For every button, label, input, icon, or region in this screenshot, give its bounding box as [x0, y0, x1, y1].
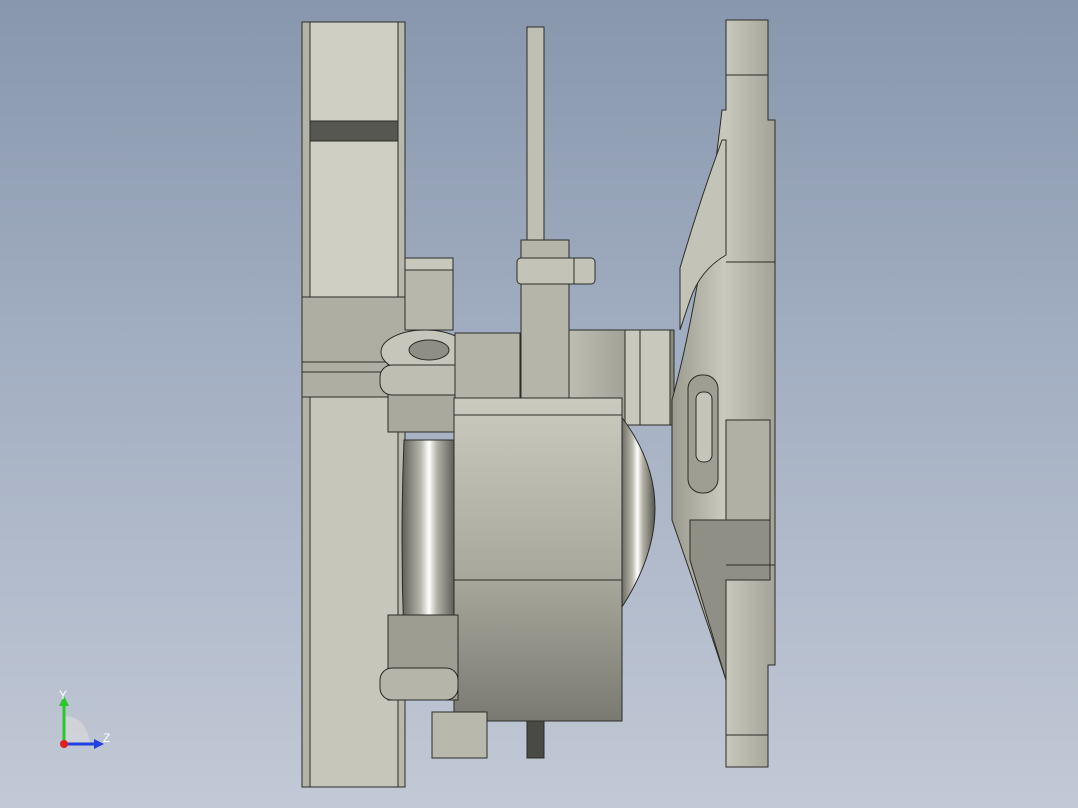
drum-waist[interactable] — [401, 439, 457, 641]
x-axis-dot — [60, 740, 68, 748]
blade-pin[interactable] — [516, 257, 596, 285]
z-axis-label: Z — [103, 731, 111, 745]
triad-shade — [64, 716, 90, 744]
left-plate-upper[interactable] — [301, 21, 406, 298]
y-axis-label: Y — [59, 688, 68, 702]
top-lug-hole[interactable] — [408, 339, 450, 361]
left-plate-edge[interactable] — [301, 21, 311, 788]
flange-boss[interactable] — [725, 419, 771, 521]
graphics-viewport[interactable]: Y Z — [0, 0, 1078, 808]
left-plate-band[interactable] — [301, 120, 406, 142]
cad-model-view[interactable] — [0, 0, 1078, 808]
drum-waist-right[interactable] — [619, 413, 656, 612]
bottom-foot[interactable] — [431, 711, 488, 759]
blade-lower-tip[interactable] — [526, 719, 545, 759]
main-block[interactable] — [453, 397, 623, 722]
lug-arm[interactable] — [454, 332, 521, 404]
